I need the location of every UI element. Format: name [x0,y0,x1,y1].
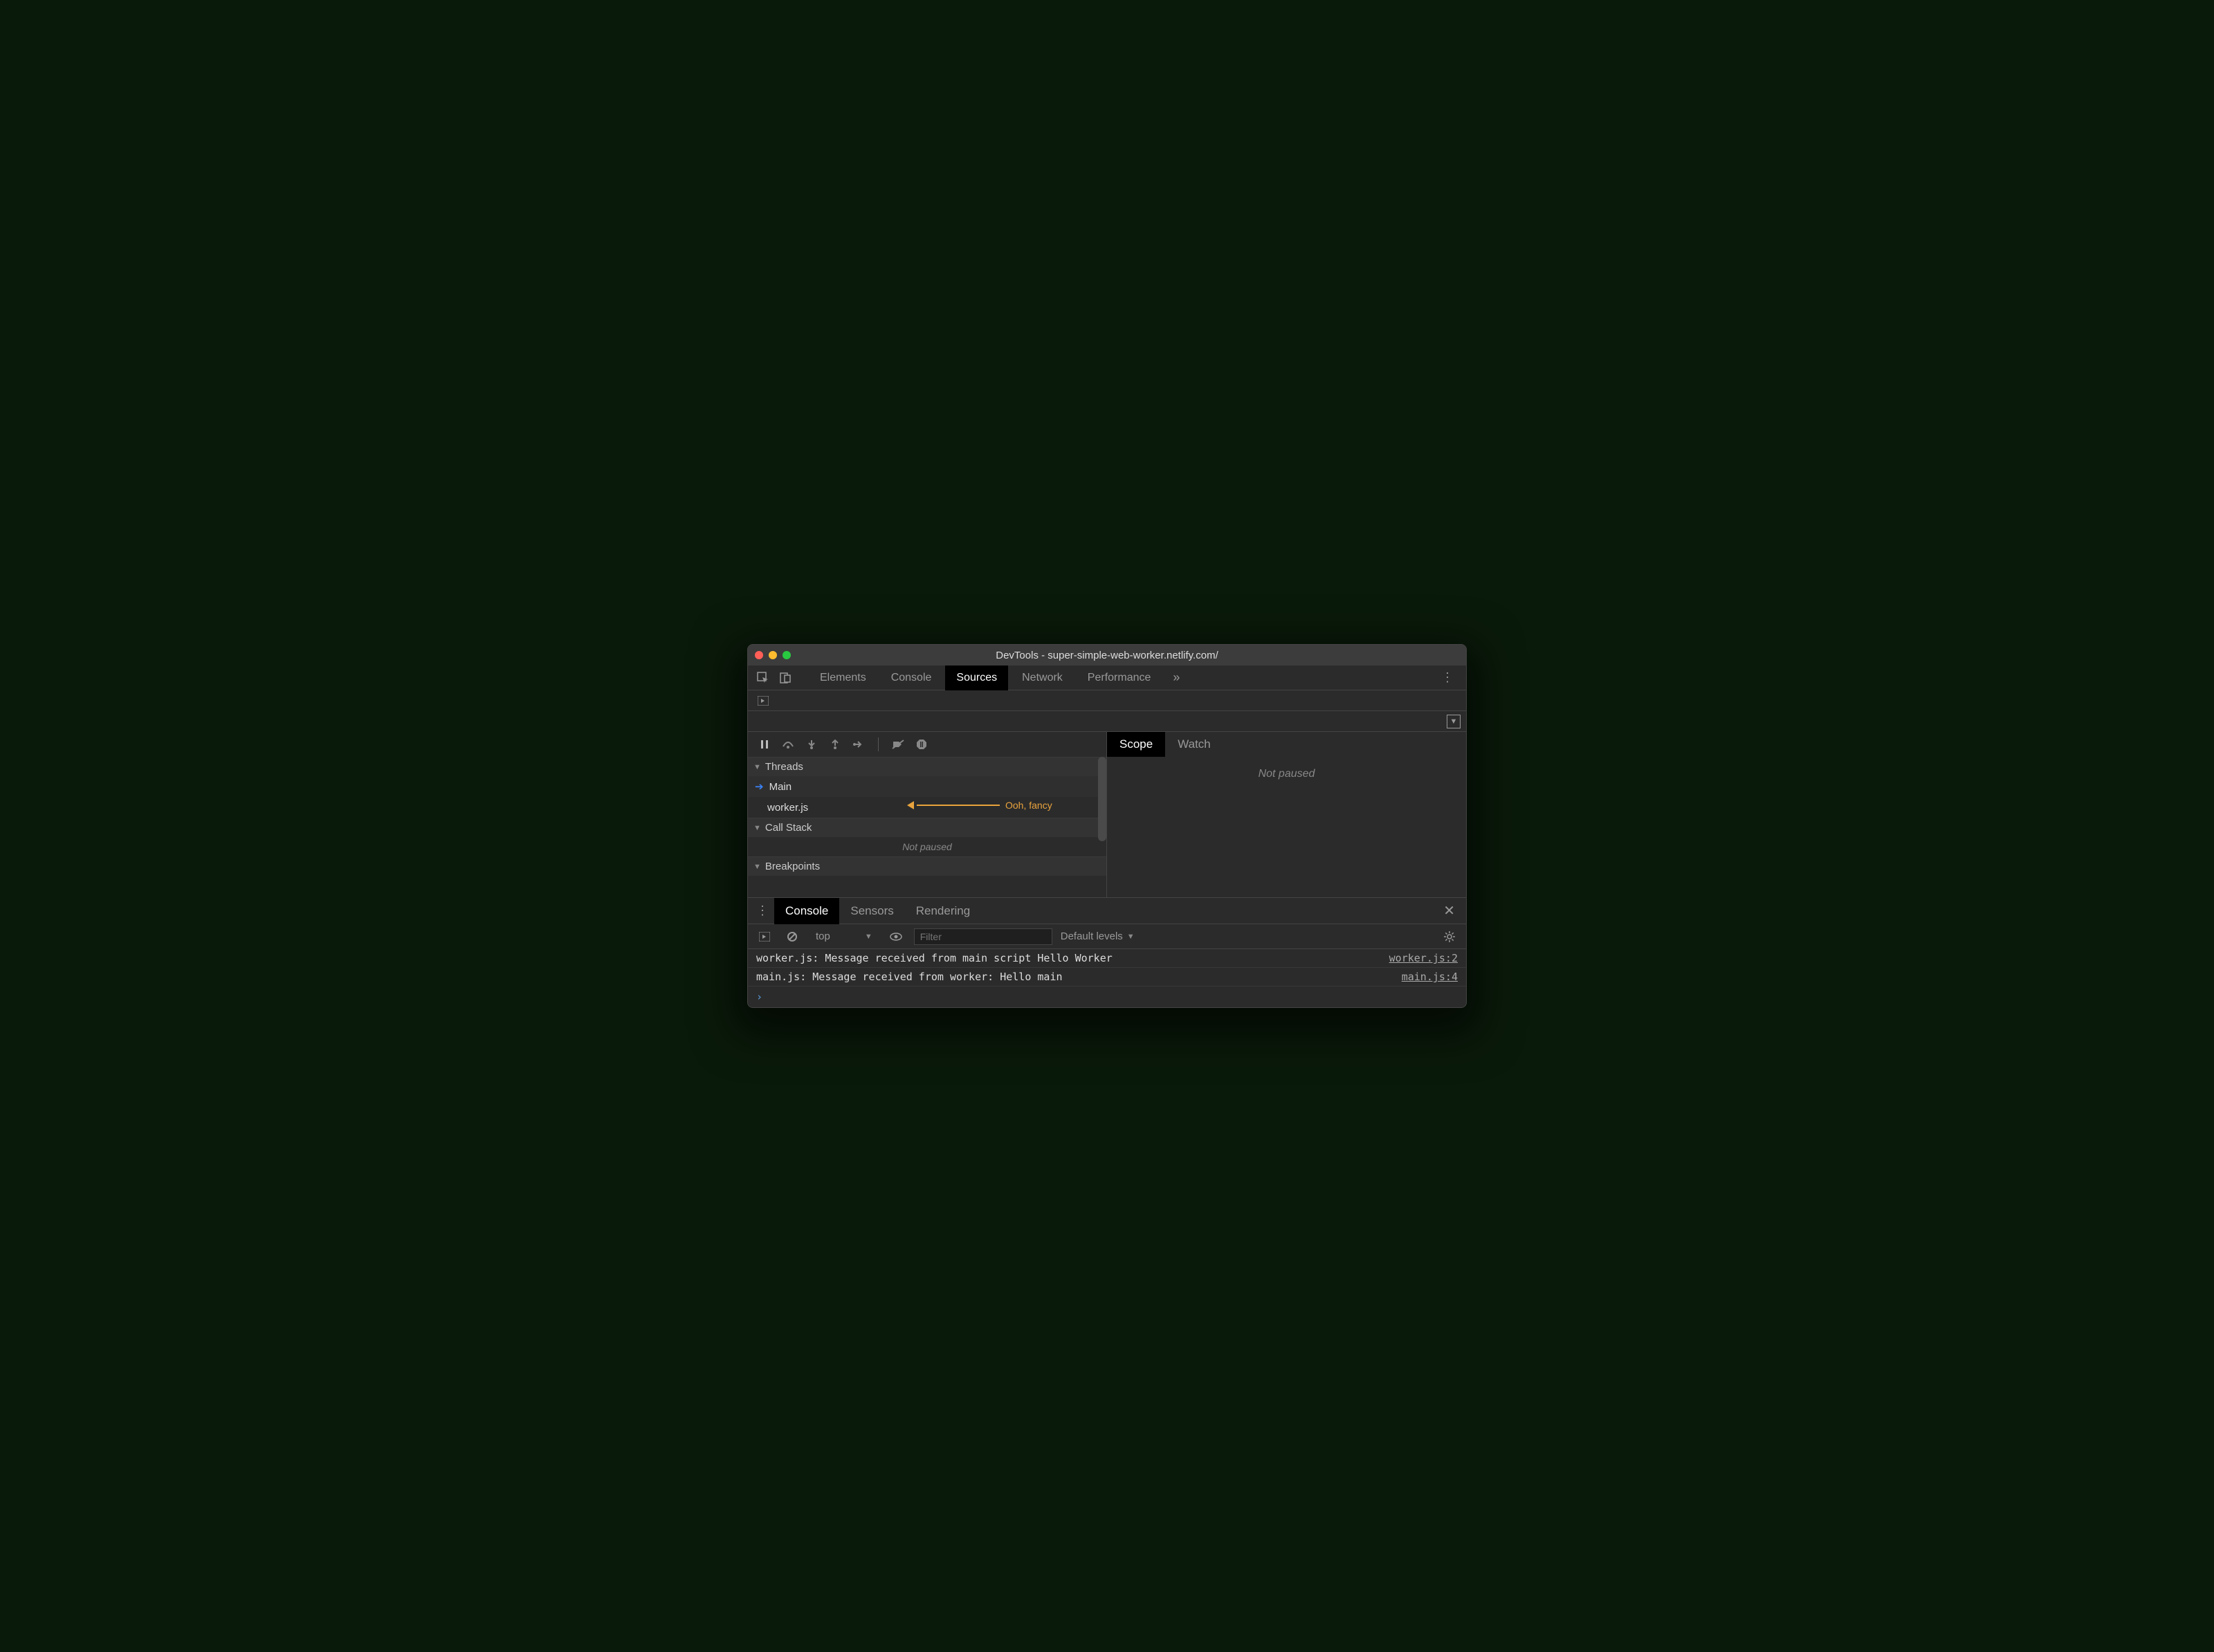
drawer-kebab-icon[interactable]: ⋮ [753,903,774,918]
log-source-link[interactable]: worker.js:2 [1389,952,1458,964]
scope-watch-tabs: Scope Watch [1107,732,1466,757]
show-navigator-icon[interactable] [753,691,773,710]
traffic-lights [755,651,791,659]
console-body: worker.js: Message received from main sc… [748,949,1466,1007]
threads-label: Threads [765,761,803,773]
step-over-icon[interactable] [781,740,795,749]
context-selector[interactable]: top ▼ [810,930,878,942]
chevron-down-icon: ▼ [753,824,761,832]
close-window-button[interactable] [755,651,763,659]
chevron-down-icon: ▼ [753,863,761,871]
context-label: top [816,930,830,942]
drawer-tab-console[interactable]: Console [774,898,839,924]
tab-console[interactable]: Console [880,666,943,690]
log-message: main.js: Message received from worker: H… [756,971,1393,983]
prompt-chevron-icon: › [756,991,762,1003]
callstack-label: Call Stack [765,822,812,834]
open-file-dropdown-icon[interactable]: ▼ [1447,715,1461,728]
filter-input[interactable] [914,928,1052,945]
devtools-window: DevTools - super-simple-web-worker.netli… [747,644,1467,1008]
log-levels-dropdown[interactable]: Default levels ▼ [1061,930,1135,942]
toolbar-separator [878,737,879,751]
drawer-tabstrip: ⋮ Console Sensors Rendering ✕ [748,898,1466,924]
breakpoints-header[interactable]: ▼ Breakpoints [748,856,1106,876]
close-drawer-icon[interactable]: ✕ [1438,902,1461,919]
drawer-tab-rendering[interactable]: Rendering [905,898,981,924]
console-settings-gear-icon[interactable] [1440,927,1459,946]
sources-subbar [748,690,1466,711]
inspect-element-icon[interactable] [753,668,773,688]
console-toolbar: top ▼ Default levels ▼ [748,924,1466,949]
step-out-icon[interactable] [828,740,842,749]
log-source-link[interactable]: main.js:4 [1402,971,1458,983]
maximize-window-button[interactable] [783,651,791,659]
debugger-right-pane: Scope Watch Not paused [1107,732,1466,897]
device-toggle-icon[interactable] [776,668,795,688]
editor-navbar: ▼ [748,711,1466,732]
debugger-split: ▼ Threads ➔ Main worker.js Ooh, fancy [748,732,1466,898]
tab-elements[interactable]: Elements [809,666,877,690]
chevron-down-icon: ▼ [753,763,761,771]
clear-console-icon[interactable] [783,927,802,946]
step-into-icon[interactable] [805,740,818,749]
current-thread-arrow-icon: ➔ [755,780,764,793]
tab-scope[interactable]: Scope [1107,732,1165,757]
minimize-window-button[interactable] [769,651,777,659]
threads-header[interactable]: ▼ Threads [748,757,1106,776]
live-expression-icon[interactable] [886,927,906,946]
step-icon[interactable] [852,740,866,749]
debugger-left-pane: ▼ Threads ➔ Main worker.js Ooh, fancy [748,732,1107,897]
scope-not-paused: Not paused [1107,757,1466,897]
tab-sources[interactable]: Sources [945,666,1008,690]
scrollbar-thumb[interactable] [1098,757,1106,841]
deactivate-breakpoints-icon[interactable] [891,740,905,749]
callstack-not-paused: Not paused [748,837,1106,856]
more-tabs-button[interactable]: » [1164,670,1188,685]
console-log-row[interactable]: worker.js: Message received from main sc… [748,949,1466,968]
tab-watch[interactable]: Watch [1165,732,1223,757]
debugger-toolbar [748,732,1106,757]
chevron-down-icon: ▼ [1127,933,1135,941]
tab-performance[interactable]: Performance [1077,666,1162,690]
thread-worker[interactable]: worker.js [748,797,1106,818]
tab-network[interactable]: Network [1011,666,1074,690]
breakpoints-label: Breakpoints [765,861,820,872]
thread-main[interactable]: ➔ Main [748,776,1106,797]
debugger-sections: ▼ Threads ➔ Main worker.js Ooh, fancy [748,757,1106,897]
log-message: worker.js: Message received from main sc… [756,952,1381,964]
chevron-down-icon: ▼ [865,933,872,941]
pause-icon[interactable] [758,740,771,749]
settings-kebab-icon[interactable]: ⋮ [1434,670,1461,685]
console-log-row[interactable]: main.js: Message received from worker: H… [748,968,1466,986]
main-tabstrip: Elements Console Sources Network Perform… [748,666,1466,690]
titlebar: DevTools - super-simple-web-worker.netli… [748,645,1466,666]
thread-main-label: Main [769,781,792,793]
levels-label: Default levels [1061,930,1123,942]
console-prompt[interactable]: › [748,986,1466,1007]
callstack-header[interactable]: ▼ Call Stack [748,818,1106,837]
drawer-tab-sensors[interactable]: Sensors [839,898,904,924]
show-console-sidebar-icon[interactable] [755,927,774,946]
window-title: DevTools - super-simple-web-worker.netli… [748,650,1466,661]
thread-worker-label: worker.js [767,802,808,814]
pause-on-exceptions-icon[interactable] [915,739,928,750]
